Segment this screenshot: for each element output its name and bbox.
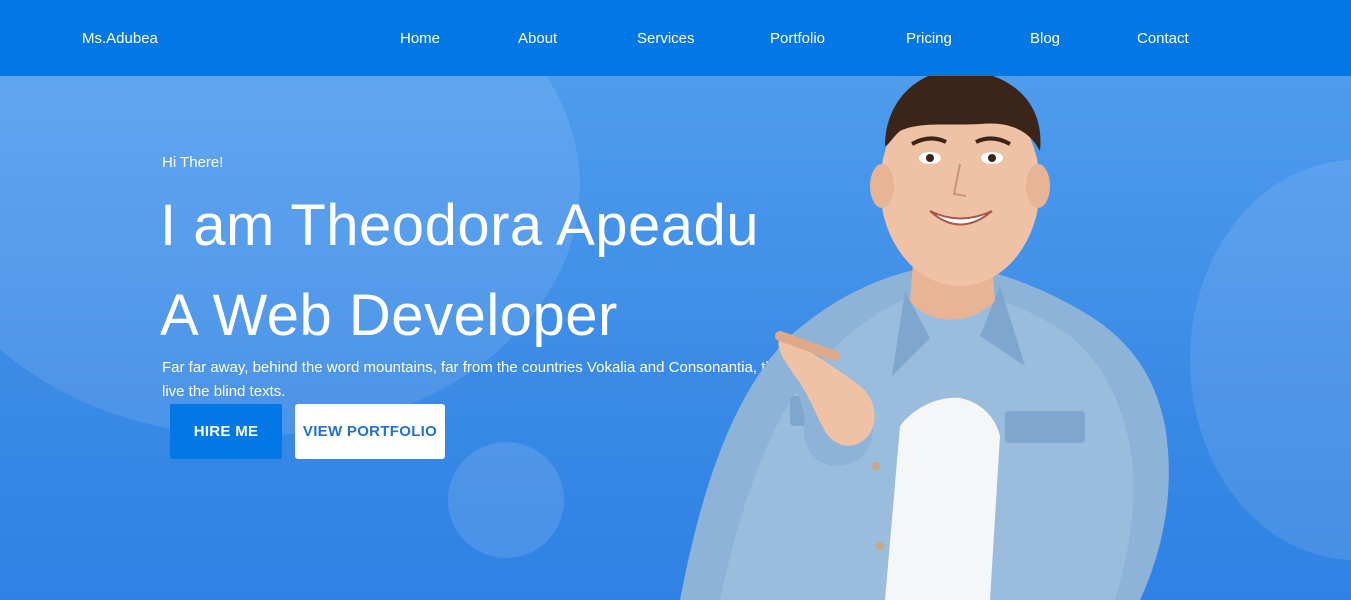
decorative-blob <box>1190 160 1351 560</box>
view-portfolio-button[interactable]: VIEW PORTFOLIO <box>295 404 445 459</box>
navbar: Ms.Adubea Home About Services Portfolio … <box>0 0 1351 76</box>
hero-person-image <box>680 76 1169 600</box>
nav-link-pricing[interactable]: Pricing <box>906 30 952 47</box>
nav-links: Home About Services Portfolio Pricing Bl… <box>0 30 1351 50</box>
nav-link-blog[interactable]: Blog <box>1030 30 1060 47</box>
hire-me-button[interactable]: HIRE ME <box>170 404 282 459</box>
nav-link-services[interactable]: Services <box>637 30 695 47</box>
nav-link-about[interactable]: About <box>518 30 557 47</box>
hero-section: Hi There! I am Theodora Apeadu A Web Dev… <box>0 76 1351 600</box>
hero-greeting: Hi There! <box>162 154 224 171</box>
nav-link-portfolio[interactable]: Portfolio <box>770 30 825 47</box>
hero-subheadline: A Web Developer <box>160 283 618 348</box>
decorative-circle <box>448 442 564 558</box>
nav-link-contact[interactable]: Contact <box>1137 30 1189 47</box>
nav-link-home[interactable]: Home <box>400 30 440 47</box>
